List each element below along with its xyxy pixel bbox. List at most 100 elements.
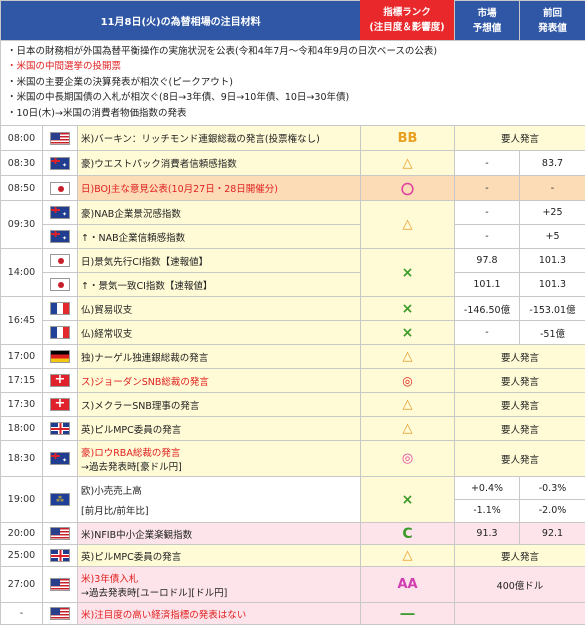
event-name[interactable]: 豪)ウエストパック消費者信頼感指数 [77, 150, 361, 176]
rank-cell: △ [360, 200, 455, 249]
event-name[interactable]: 日)BOJ主な意見公表(10月27日・28日開催分) [77, 175, 361, 201]
past-release-link[interactable]: →過去発表時[豪ドル円] [81, 459, 360, 473]
note-cell: 要人発言 [454, 125, 585, 151]
event-name[interactable]: 米)バーキン：リッチモンド連銀総裁の発言(投票権なし) [77, 125, 361, 151]
uk-flag-icon [50, 422, 70, 435]
table-row: 16:45 仏)貿易収支 × -146.50億 -153.01億 [0, 296, 585, 345]
time-cell: 08:00 [0, 125, 43, 151]
event-name[interactable]: 独)ナーゲル独連銀総裁の発言 [77, 344, 361, 369]
event-name[interactable]: ↑・NAB企業信頼感指数 [77, 224, 361, 249]
rank-cell: × [360, 476, 455, 523]
au-flag-icon [50, 452, 70, 465]
time-cell: 09:30 [0, 200, 43, 249]
time-cell: 20:00 [0, 522, 43, 545]
ch-flag-icon [50, 398, 70, 411]
forecast-cell: - [454, 320, 520, 345]
rank-cell: △ [360, 416, 455, 441]
note-cell: 要人発言 [454, 344, 585, 369]
forecast-cell: 101.1 [454, 272, 520, 297]
au-flag-icon [50, 206, 70, 219]
time-cell: 17:30 [0, 392, 43, 417]
rank-cell: △ [360, 344, 455, 369]
rank-cell: △ [360, 150, 455, 176]
event-name[interactable]: ス)メクラーSNB理事の発言 [77, 392, 361, 417]
eu-flag-icon [50, 493, 70, 506]
table-row: 17:30 ス)メクラーSNB理事の発言 △ 要人発言 [0, 392, 585, 417]
table-row: 19:00 欧)小売売上高 [前月比/前年比] × +0.4% -1.1% -0… [0, 476, 585, 523]
previous-cell: +25 [519, 200, 585, 225]
event-name[interactable]: 英)ピルMPC委員の発言 [77, 544, 361, 567]
flag-cell [42, 320, 78, 345]
event-name[interactable]: 豪)NAB企業景況感指数 [77, 200, 361, 225]
time-cell: 25:00 [0, 544, 43, 567]
table-row: 09:30 豪)NAB企業景況感指数 △ - +25 [0, 200, 585, 249]
previous-cell: 92.1 [519, 522, 585, 545]
flag-cell [42, 296, 78, 321]
note-cell: 要人発言 [454, 440, 585, 477]
notes-row: ・日本の財務相が外国為替平衡操作の実施状況を公表(令和4年7月～令和4年9月の日… [0, 40, 585, 126]
note-cell: 要人発言 [454, 368, 585, 393]
previous-cell: +5 [519, 224, 585, 249]
event-name[interactable]: 英)ピルMPC委員の発言 [77, 416, 361, 441]
past-release-link[interactable]: →過去発表時[ユーロドル][ドル円] [81, 585, 360, 599]
event-name[interactable]: 日)景気先行CI指数【速報値】 [77, 248, 361, 273]
previous-cell: 101.3 [519, 272, 585, 297]
time-cell: 18:30 [0, 440, 43, 477]
previous-cell: 101.3 [519, 248, 585, 273]
note-cell [454, 602, 585, 625]
event-name[interactable]: 米)NFIB中小企業楽観指数 [77, 522, 361, 545]
table-row: 18:00 英)ピルMPC委員の発言 △ 要人発言 [0, 416, 585, 441]
market-forecast-header: 市場 予想値 [454, 0, 520, 41]
table-row: 20:00 米)NFIB中小企業楽観指数 C 91.3 92.1 [0, 522, 585, 545]
event-name[interactable]: 米)注目度の高い経済指標の発表はない [77, 602, 361, 625]
flag-cell [42, 150, 78, 176]
rank-cell: × [360, 320, 455, 345]
note-cell: 要人発言 [454, 544, 585, 567]
rank-cell: 〇 [360, 175, 455, 201]
flag-cell [42, 344, 78, 369]
note-item: ・日本の財務相が外国為替平衡操作の実施状況を公表(令和4年7月～令和4年9月の日… [7, 46, 438, 57]
fr-flag-icon [50, 302, 70, 315]
previous-cell: 83.7 [519, 150, 585, 176]
forecast-cell: - [454, 224, 520, 249]
jp-flag-icon [50, 278, 70, 291]
table-row: ↑・景気一致CI指数【速報値】 101.1 101.3 [1, 272, 585, 297]
rank-cell: ― [360, 602, 455, 625]
calendar-table: 11月8日(火)の為替相場の注目材料 市場 予想値 前回 発表値 ・日本の財務相… [0, 0, 585, 625]
flag-cell [42, 248, 78, 273]
event-name[interactable]: ↑・景気一致CI指数【速報値】 [77, 272, 361, 297]
table-row: ↑・NAB企業信頼感指数 - +5 [1, 224, 585, 249]
event-name[interactable]: ス)ジョーダンSNB総裁の発言 [77, 368, 361, 393]
previous-cell: - [519, 175, 585, 201]
notes-box: ・日本の財務相が外国為替平衡操作の実施状況を公表(令和4年7月～令和4年9月の日… [0, 40, 585, 126]
event-name[interactable]: 米)3年債入札 →過去発表時[ユーロドル][ドル円] [77, 566, 361, 603]
flag-cell [42, 440, 78, 477]
rank-cell: × [360, 248, 455, 297]
time-cell: 19:00 [0, 476, 43, 523]
table-row: 14:00 日)景気先行CI指数【速報値】 × 97.8 101.3 [0, 248, 585, 297]
event-name[interactable]: 仏)経常収支 [77, 320, 361, 345]
flag-cell [42, 224, 78, 249]
us-flag-icon [50, 131, 70, 145]
event-name[interactable]: 豪)ロウRBA総裁の発言 →過去発表時[豪ドル円] [77, 440, 361, 477]
table-row: 18:30 豪)ロウRBA総裁の発言 →過去発表時[豪ドル円] ◎ 要人発言 [0, 440, 585, 477]
flag-cell [42, 522, 78, 545]
rank-header: 指標ランク (注目度＆影響度) [360, 0, 454, 40]
time-cell: 16:45 [0, 296, 43, 345]
time-cell: 18:00 [0, 416, 43, 441]
event-name[interactable]: 欧)小売売上高 [前月比/前年比] [77, 476, 361, 523]
forecast-cell: 97.8 [454, 248, 520, 273]
time-cell: 17:00 [0, 344, 43, 369]
rank-cell: C [360, 522, 455, 545]
time-cell: - [0, 602, 43, 625]
note-item: ・米国の主要企業の決算発表が相次ぐ(ピークアウト) [7, 76, 233, 88]
de-flag-icon [50, 350, 70, 363]
us-flag-icon [50, 607, 70, 620]
event-name[interactable]: 仏)貿易収支 [77, 296, 361, 321]
table-row: 27:00 米)3年債入札 →過去発表時[ユーロドル][ドル円] AA 400億… [0, 566, 585, 603]
flag-cell [42, 368, 78, 393]
jp-flag-icon [50, 254, 70, 267]
rank-cell: △ [360, 392, 455, 417]
forecast-cell: +0.4% -1.1% [454, 476, 520, 523]
previous-value-header: 前回 発表値 [519, 0, 585, 41]
